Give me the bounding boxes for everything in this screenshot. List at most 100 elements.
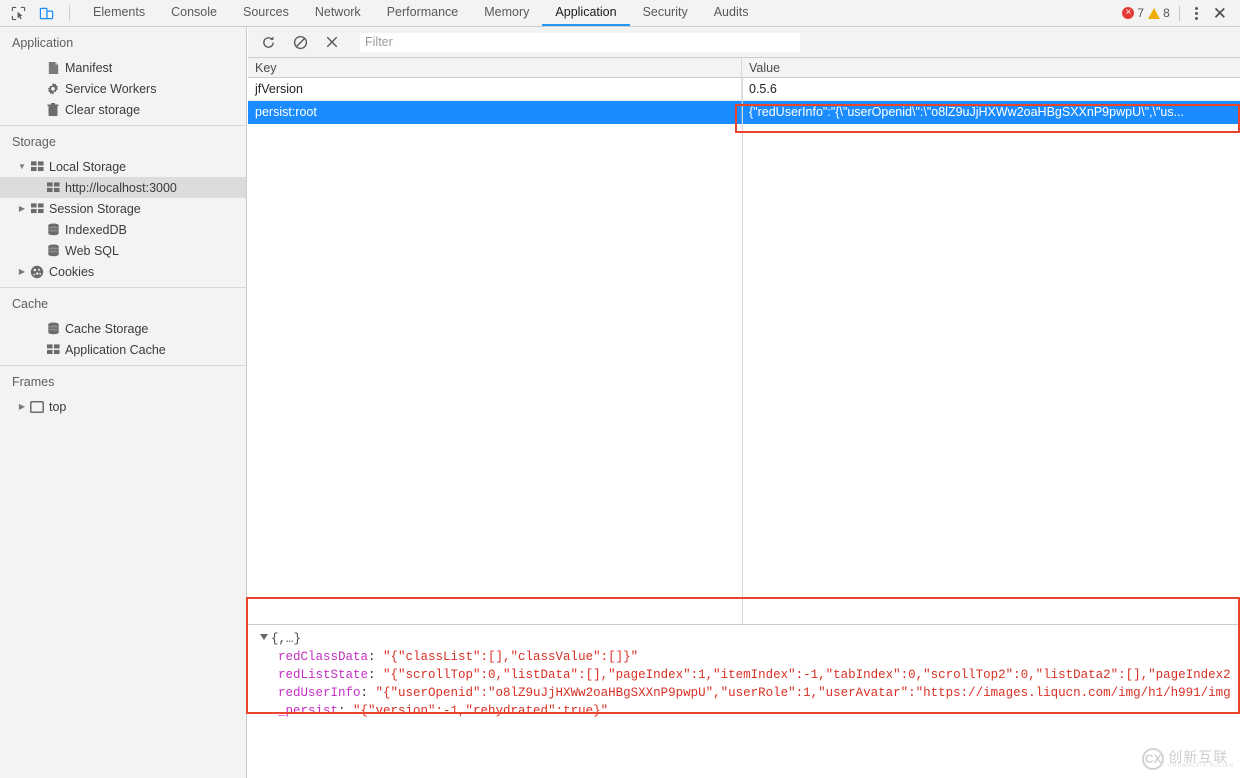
tab-label: Console: [171, 5, 217, 19]
property-value: "{"classList":[],"classValue":[]}": [383, 650, 639, 664]
error-icon: ×: [1122, 7, 1135, 19]
sidebar-section-title: Cache: [12, 297, 49, 311]
sidebar-item-web-sql[interactable]: ▶ Web SQL: [0, 240, 246, 261]
table-row[interactable]: jfVersion 0.5.6: [248, 78, 1240, 101]
warning-count: 8: [1163, 6, 1170, 20]
controls-divider: [1178, 5, 1180, 21]
warning-counter[interactable]: 8: [1148, 6, 1170, 20]
sidebar-item-application-cache[interactable]: ▶ Application Cache: [0, 339, 246, 360]
column-header-key[interactable]: Key: [248, 58, 742, 77]
sidebar-item-label: Web SQL: [65, 243, 119, 258]
preview-property[interactable]: redClassData: "{"classList":[],"classVal…: [248, 648, 1240, 666]
property-name: redListState: [278, 668, 369, 682]
table-icon: [28, 203, 46, 214]
frame-icon: [28, 400, 46, 413]
inspect-element-icon[interactable]: [7, 2, 29, 24]
storage-table: Key Value jfVersion 0.5.6 persist:root {…: [248, 58, 1240, 624]
sidebar-item-session-storage[interactable]: ▶ Session Storage: [0, 198, 246, 219]
watermark-en-label: CHUANGXIN HULIAN: [1168, 762, 1234, 769]
sidebar-section-title: Storage: [12, 135, 56, 149]
tab-performance[interactable]: Performance: [374, 0, 472, 26]
preview-property[interactable]: _persist: "{"version":-1,"rehydrated":tr…: [248, 702, 1240, 720]
sidebar-item-indexeddb[interactable]: ▶ IndexedDB: [0, 219, 246, 240]
sidebar-item-clear-storage[interactable]: ▶ Clear storage: [0, 99, 246, 120]
sidebar-item-label: Session Storage: [49, 201, 141, 216]
cell-value: 0.5.6: [749, 82, 777, 96]
preview-root-label: {,…}: [271, 632, 302, 646]
cell-key: persist:root: [248, 101, 742, 123]
manifest-icon: [44, 61, 62, 75]
sidebar-item-manifest[interactable]: ▶ Manifest: [0, 57, 246, 78]
preview-property[interactable]: redUserInfo: "{"userOpenid":"o8lZ9uJjHXW…: [248, 684, 1240, 702]
watermark-mark-icon: CX: [1142, 748, 1165, 770]
database-icon: [44, 244, 62, 257]
chevron-down-icon[interactable]: [260, 634, 268, 640]
devtools-tabbar: Elements Console Sources Network Perform…: [0, 0, 1240, 27]
close-icon[interactable]: ✕: [1208, 5, 1232, 22]
tab-elements[interactable]: Elements: [80, 0, 158, 26]
sidebar-item-cookies[interactable]: ▶ Cookies: [0, 261, 246, 282]
device-toolbar-icon[interactable]: [35, 2, 57, 24]
sidebar-item-cache-storage[interactable]: ▶ Cache Storage: [0, 318, 246, 339]
tab-label: Performance: [386, 5, 459, 19]
property-value: "{"scrollTop":0,"listData":[],"pageIndex…: [383, 668, 1231, 682]
gear-icon: [44, 82, 62, 96]
tab-security[interactable]: Security: [630, 0, 701, 26]
tab-label: Elements: [93, 5, 146, 19]
tab-memory[interactable]: Memory: [471, 0, 542, 26]
tab-label: Application: [555, 5, 617, 19]
tab-sources[interactable]: Sources: [230, 0, 302, 26]
tab-label: Security: [642, 5, 688, 19]
tab-application[interactable]: Application: [542, 0, 630, 26]
property-name: redClassData: [278, 650, 369, 664]
tab-network[interactable]: Network: [302, 0, 374, 26]
sidebar-item-label: http://localhost:3000: [65, 180, 177, 195]
property-colon: :: [360, 686, 376, 700]
chevron-down-icon[interactable]: ▼: [16, 162, 28, 171]
storage-main-panel: Key Value jfVersion 0.5.6 persist:root {…: [248, 27, 1240, 778]
sidebar-item-top-frame[interactable]: ▶ top: [0, 396, 246, 417]
property-value: "{"userOpenid":"o8lZ9uJjHXWw2oaHBgSXXnP9…: [375, 686, 1231, 700]
sidebar-section-storage: Storage ▼ Local Storage http://localhost…: [0, 126, 246, 282]
sidebar-item-local-storage[interactable]: ▼ Local Storage: [0, 156, 246, 177]
database-icon: [44, 322, 62, 335]
column-resizer[interactable]: [742, 78, 743, 624]
preview-property[interactable]: redListState: "{"scrollTop":0,"listData"…: [248, 666, 1240, 684]
property-colon: :: [368, 668, 384, 682]
sidebar-item-label: Cookies: [49, 264, 95, 279]
sidebar-item-service-workers[interactable]: ▶ Service Workers: [0, 78, 246, 99]
chevron-right-icon[interactable]: ▶: [16, 267, 28, 276]
error-counter[interactable]: × 7: [1122, 6, 1144, 20]
tabbar-right-controls: × 7 8 ✕: [1122, 0, 1240, 26]
delete-selected-icon[interactable]: [322, 32, 342, 52]
table-row[interactable]: persist:root {"redUserInfo":"{\"userOpen…: [248, 101, 1240, 124]
cell-value: {"redUserInfo":"{\"userOpenid\":\"o8lZ9u…: [749, 105, 1185, 119]
chevron-right-icon[interactable]: ▶: [16, 204, 28, 213]
property-colon: :: [338, 704, 354, 718]
column-header-value[interactable]: Value: [742, 58, 1240, 77]
sidebar-item-label: IndexedDB: [65, 222, 127, 237]
kebab-menu-icon[interactable]: [1189, 6, 1204, 20]
preview-root-node[interactable]: {,…}: [248, 625, 1240, 648]
sidebar-item-label: Service Workers: [65, 81, 157, 96]
watermark-cn-label: 创新互联: [1168, 748, 1229, 765]
tab-label: Memory: [484, 5, 530, 19]
storage-toolbar: [248, 27, 1240, 58]
tab-console[interactable]: Console: [158, 0, 230, 26]
sidebar-section-frames: Frames ▶ top: [0, 366, 246, 417]
sidebar-section-cache: Cache ▶ Cache Storage ▶ Application Cach…: [0, 288, 246, 360]
sidebar-item-localhost-origin[interactable]: http://localhost:3000: [0, 177, 246, 198]
chevron-right-icon[interactable]: ▶: [16, 402, 28, 411]
tab-label: Sources: [242, 5, 289, 19]
refresh-icon[interactable]: [258, 32, 278, 52]
tab-audits[interactable]: Audits: [701, 0, 762, 26]
tabbar-left-icons: [0, 0, 80, 26]
table-header: Key Value: [248, 58, 1240, 78]
clear-all-icon[interactable]: [290, 32, 310, 52]
sidebar-section-title: Frames: [12, 375, 55, 389]
application-sidebar[interactable]: Application ▶ Manifest ▶ Service Workers…: [0, 27, 247, 778]
toolbar-divider: [69, 5, 70, 21]
filter-input[interactable]: [360, 32, 800, 52]
watermark-logo: CX 创新互联 CHUANGXIN HULIAN: [1142, 748, 1234, 770]
devtools-tab-list: Elements Console Sources Network Perform…: [80, 0, 761, 26]
